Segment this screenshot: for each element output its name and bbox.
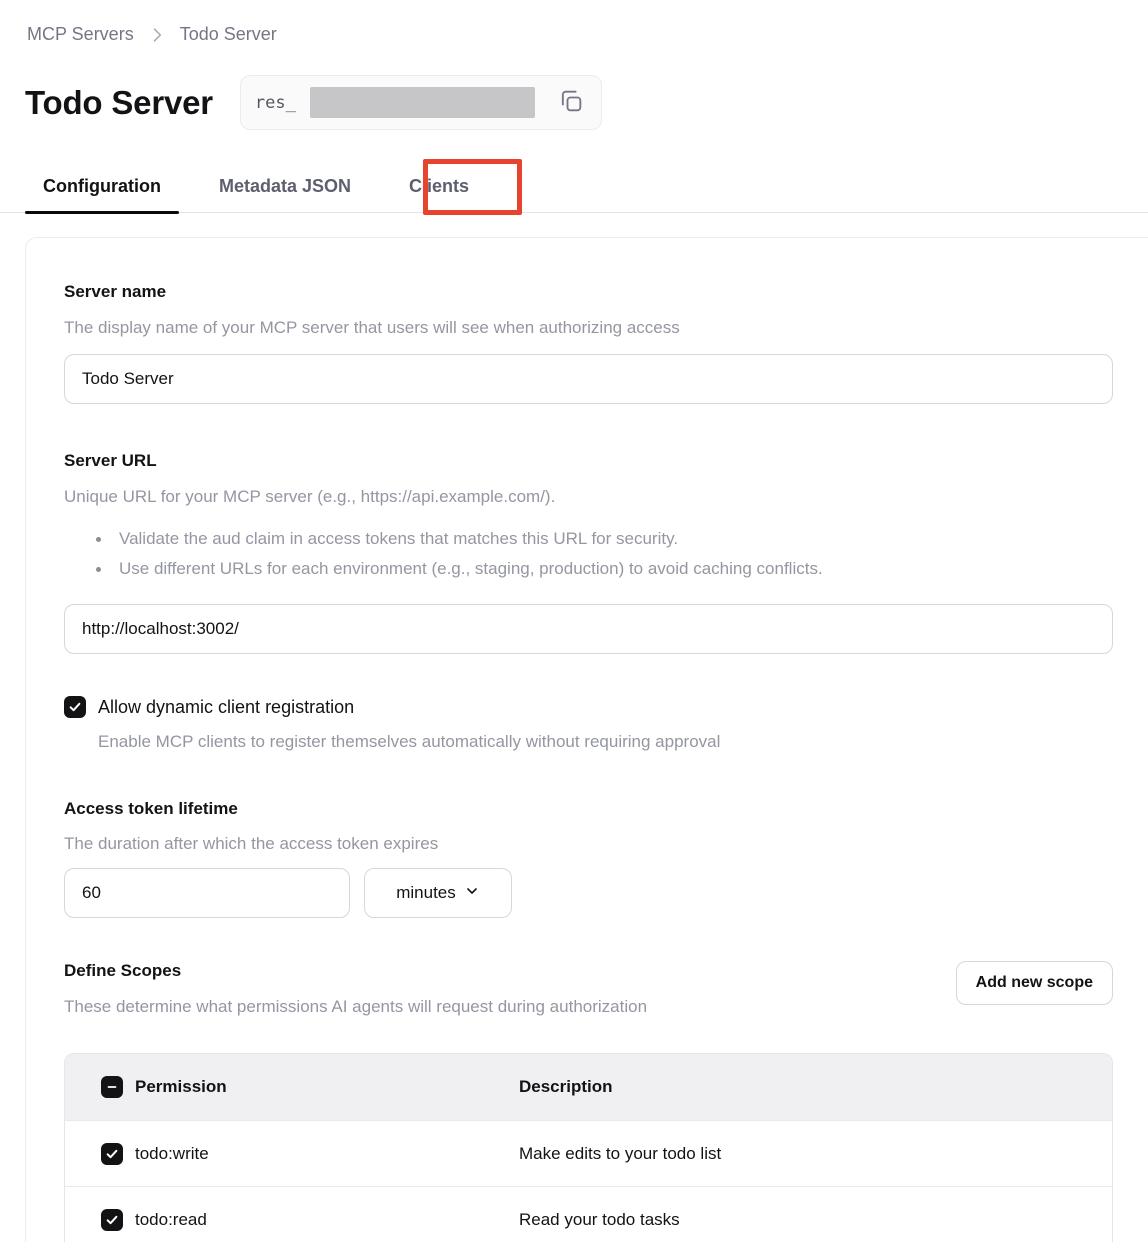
resource-id-prefix: res_ (255, 93, 296, 113)
define-scopes-section: Define Scopes These determine what permi… (64, 961, 1113, 1017)
scope-description: Make edits to your todo list (519, 1144, 1112, 1164)
tab-configuration[interactable]: Configuration (25, 161, 179, 212)
table-row: todo:write Make edits to your todo list (65, 1120, 1112, 1186)
server-url-bullet: Validate the aud claim in access tokens … (94, 524, 1113, 554)
breadcrumb-todo-server: Todo Server (180, 24, 277, 45)
token-lifetime-label: Access token lifetime (64, 799, 1113, 819)
scope-permission: todo:write (135, 1144, 209, 1164)
define-scopes-description: These determine what permissions AI agen… (64, 997, 647, 1017)
checkmark-icon (68, 700, 82, 714)
server-url-bullet: Use different URLs for each environment … (94, 554, 1113, 584)
breadcrumb-mcp-servers[interactable]: MCP Servers (27, 24, 134, 45)
define-scopes-label: Define Scopes (64, 961, 647, 981)
token-lifetime-unit-select[interactable]: minutes (364, 868, 512, 918)
table-row: todo:read Read your todo tasks (65, 1186, 1112, 1242)
dynamic-registration-label[interactable]: Allow dynamic client registration (98, 697, 354, 718)
token-lifetime-section: Access token lifetime The duration after… (64, 799, 1113, 918)
tab-bar: Configuration Metadata JSON Clients (0, 161, 1148, 213)
copy-button[interactable] (555, 85, 587, 120)
scope-checkbox[interactable] (101, 1209, 123, 1231)
scope-description: Read your todo tasks (519, 1210, 1112, 1230)
server-url-section: Server URL Unique URL for your MCP serve… (64, 451, 1113, 654)
page-header: Todo Server res_ (25, 75, 1148, 130)
server-name-label: Server name (64, 282, 1113, 302)
token-lifetime-unit-value: minutes (396, 883, 456, 903)
scopes-table: Permission Description todo:write Make e… (64, 1053, 1113, 1242)
resource-id-badge: res_ (240, 75, 602, 130)
redacted-resource-id (310, 87, 535, 118)
server-url-description: Unique URL for your MCP server (e.g., ht… (64, 487, 1113, 507)
dynamic-registration-checkbox[interactable] (64, 696, 86, 718)
server-url-guidelines: Validate the aud claim in access tokens … (94, 524, 1113, 584)
server-url-input[interactable] (64, 604, 1113, 654)
token-lifetime-description: The duration after which the access toke… (64, 834, 1113, 854)
tab-metadata-json[interactable]: Metadata JSON (201, 161, 369, 212)
dynamic-registration-section: Allow dynamic client registration Enable… (64, 696, 1113, 753)
checkmark-icon (105, 1213, 119, 1227)
scope-checkbox[interactable] (101, 1143, 123, 1165)
server-url-label: Server URL (64, 451, 1113, 471)
page-title: Todo Server (25, 84, 213, 122)
column-header-permission: Permission (135, 1077, 227, 1097)
add-new-scope-button[interactable]: Add new scope (956, 961, 1113, 1005)
server-name-input[interactable] (64, 354, 1113, 404)
column-header-description: Description (519, 1077, 1112, 1097)
chevron-down-icon (464, 883, 480, 904)
checkmark-icon (105, 1147, 119, 1161)
chevron-right-icon (147, 25, 167, 45)
server-name-description: The display name of your MCP server that… (64, 318, 1113, 338)
server-name-section: Server name The display name of your MCP… (64, 282, 1113, 404)
tab-clients[interactable]: Clients (391, 161, 487, 212)
table-header-row: Permission Description (65, 1054, 1112, 1120)
indeterminate-icon (106, 1081, 118, 1093)
breadcrumb: MCP Servers Todo Server (27, 24, 1148, 45)
configuration-card: Server name The display name of your MCP… (25, 237, 1148, 1242)
token-lifetime-value-input[interactable] (64, 868, 350, 918)
select-all-checkbox[interactable] (101, 1076, 123, 1098)
copy-icon (557, 87, 585, 118)
dynamic-registration-description: Enable MCP clients to register themselve… (98, 731, 1113, 753)
scope-permission: todo:read (135, 1210, 207, 1230)
